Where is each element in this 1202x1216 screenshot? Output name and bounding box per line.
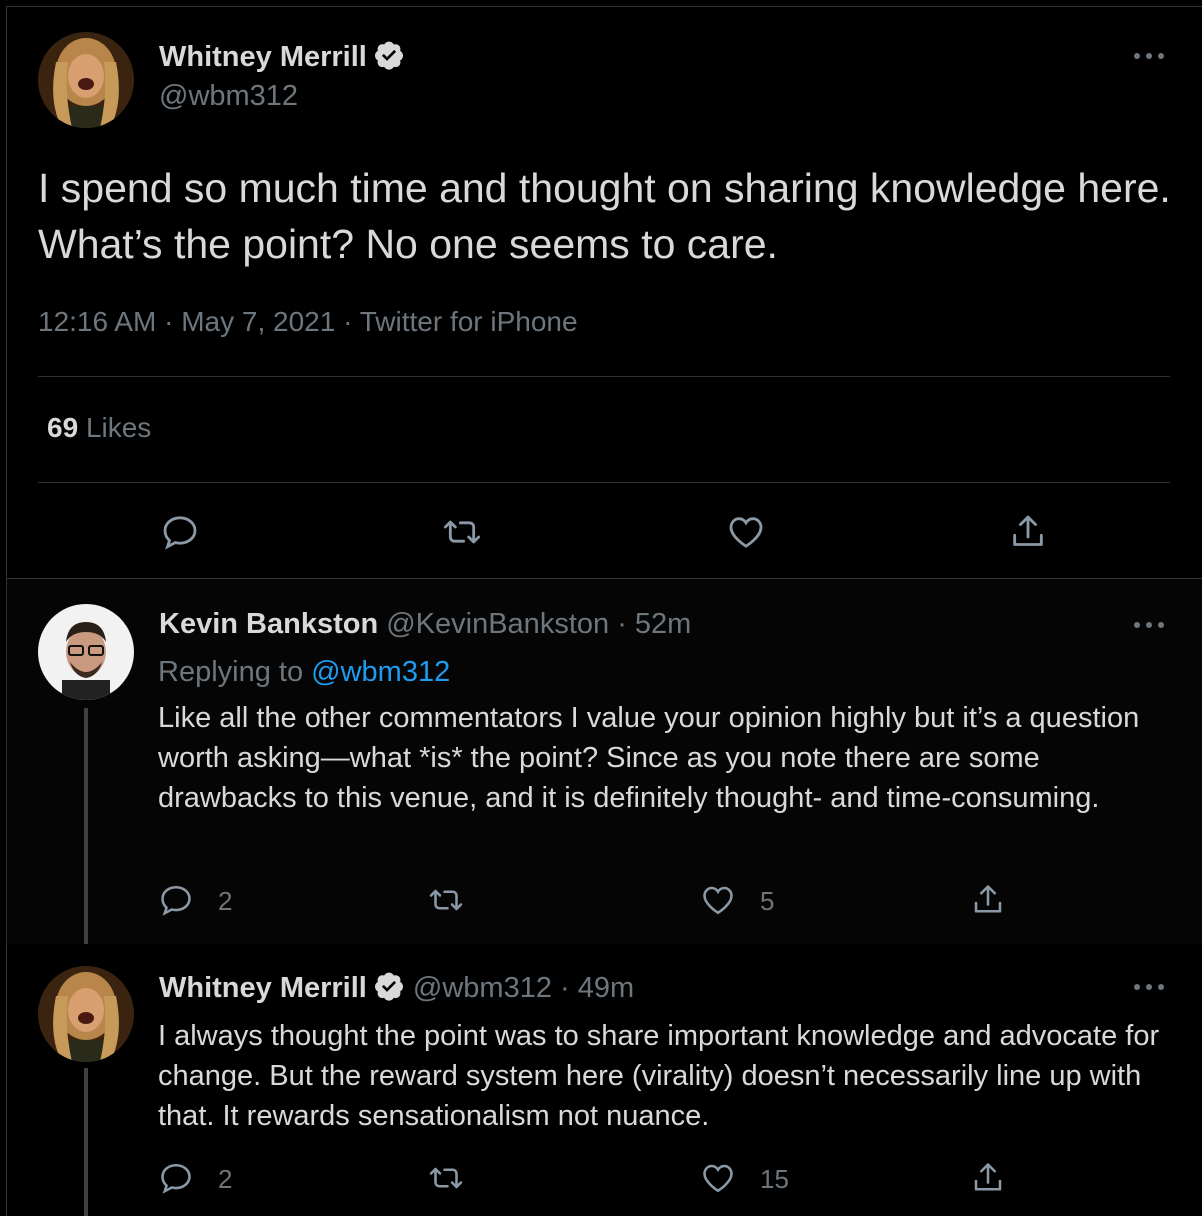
- reply-2-handle[interactable]: @wbm312: [413, 972, 552, 1004]
- reply-1-text: Like all the other commentators I value …: [158, 702, 1140, 814]
- reply-1-author-name[interactable]: Kevin Bankston: [159, 608, 378, 640]
- reply-count: 2: [218, 1164, 233, 1194]
- thread-line: [84, 1068, 88, 1216]
- author-name[interactable]: Whitney Merrill: [159, 39, 405, 74]
- divider: [38, 482, 1170, 483]
- author-avatar[interactable]: [38, 32, 134, 128]
- reply-icon[interactable]: [158, 882, 194, 918]
- reply-2-text: I always thought the point was to share …: [158, 1020, 1160, 1132]
- reply-1-age[interactable]: 52m: [635, 608, 691, 640]
- share-icon[interactable]: [1008, 512, 1048, 552]
- more-icon[interactable]: [1134, 50, 1166, 62]
- like-icon[interactable]: [726, 512, 766, 552]
- author-name-text[interactable]: Whitney Merrill: [159, 41, 367, 73]
- reply-1-author-line: Kevin Bankston @KevinBankston · 52m: [159, 608, 691, 641]
- meta-separator: ·: [551, 972, 578, 1004]
- tweet-thread: Whitney Merrill @wbm312 I spend so much …: [0, 0, 1202, 1216]
- tweet-text: I spend so much time and thought on shar…: [38, 165, 1171, 267]
- retweet-icon[interactable]: [442, 512, 482, 552]
- tweet-source[interactable]: Twitter for iPhone: [360, 306, 578, 337]
- reply-icon[interactable]: [160, 512, 200, 552]
- likes-stat[interactable]: 69 Likes: [47, 412, 151, 444]
- reply-2-author-name[interactable]: Whitney Merrill: [159, 972, 367, 1004]
- reply-2-author-line: Whitney Merrill @wbm312 · 49m: [159, 970, 634, 1005]
- meta-separator: ·: [335, 306, 360, 337]
- reply-icon[interactable]: [158, 1160, 194, 1196]
- tweet-time[interactable]: 12:16 AM: [38, 306, 156, 337]
- top-border: [6, 6, 1202, 7]
- meta-separator: ·: [156, 306, 182, 337]
- retweet-icon[interactable]: [428, 882, 464, 918]
- like-icon[interactable]: [700, 1160, 736, 1196]
- author-handle[interactable]: @wbm312: [159, 80, 298, 113]
- verified-badge-icon: [374, 41, 403, 70]
- divider: [38, 376, 1170, 377]
- tweet-date[interactable]: May 7, 2021: [181, 306, 335, 337]
- like-icon[interactable]: [700, 882, 736, 918]
- replying-to-link[interactable]: @wbm312: [311, 656, 450, 688]
- like-count: 15: [760, 1164, 789, 1194]
- reply-count: 2: [218, 886, 233, 916]
- meta-separator: ·: [609, 608, 635, 640]
- reply-1-handle[interactable]: @KevinBankston: [386, 608, 609, 640]
- more-icon[interactable]: [1134, 619, 1166, 631]
- replying-prefix: Replying to: [158, 656, 304, 688]
- reply-1-avatar[interactable]: [38, 604, 134, 700]
- reply-2-avatar[interactable]: [38, 966, 134, 1062]
- likes-label: Likes: [85, 412, 152, 443]
- share-icon[interactable]: [970, 1160, 1006, 1196]
- tweet-meta: 12:16 AM · May 7, 2021 · Twitter for iPh…: [38, 306, 578, 338]
- reply-2-age[interactable]: 49m: [578, 972, 634, 1004]
- thread-line: [84, 708, 88, 944]
- share-icon[interactable]: [970, 882, 1006, 918]
- more-icon[interactable]: [1134, 981, 1166, 993]
- like-count: 5: [760, 886, 775, 916]
- likes-count: 69: [47, 412, 79, 443]
- verified-badge-icon: [374, 972, 403, 1001]
- replying-to: Replying to @wbm312: [158, 656, 450, 689]
- retweet-icon[interactable]: [428, 1160, 464, 1196]
